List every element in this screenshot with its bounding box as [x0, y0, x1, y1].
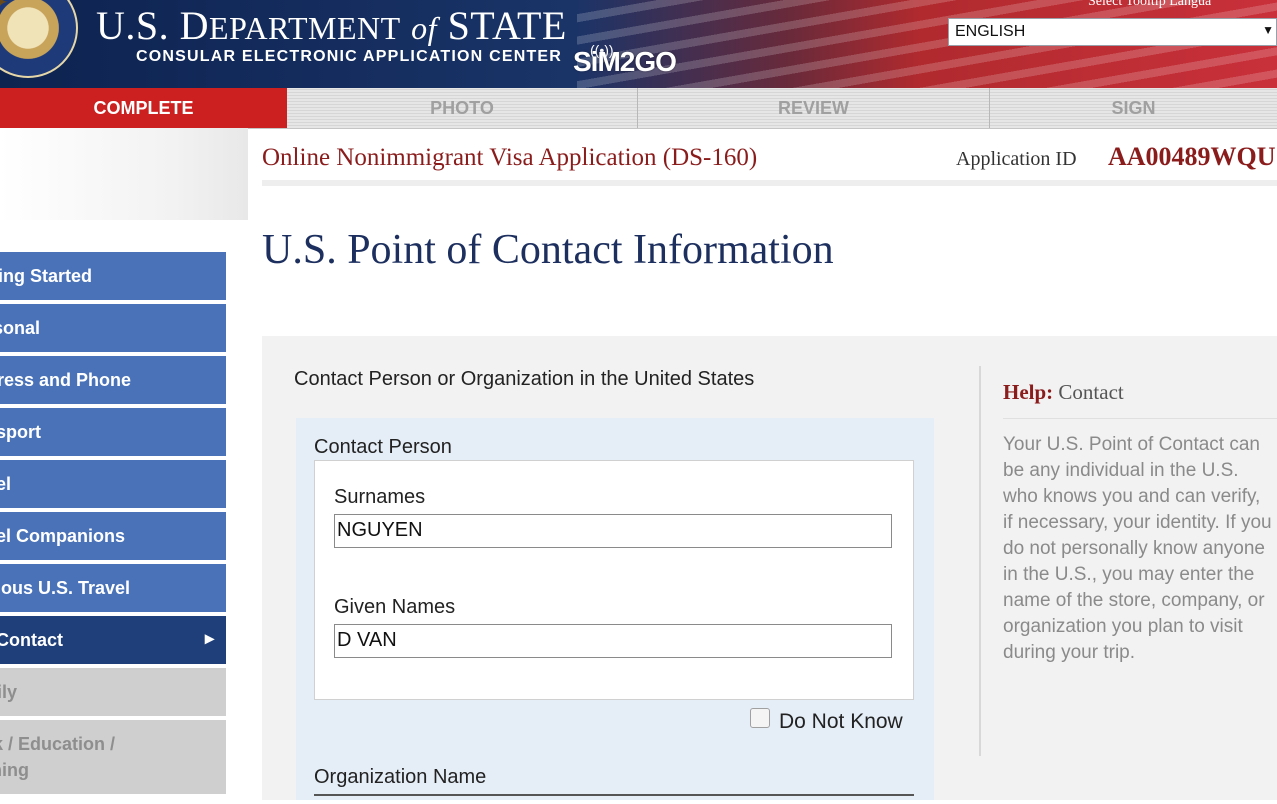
sidebar-item-label: vel Companions: [0, 525, 126, 546]
help-rule: [1003, 418, 1277, 419]
organization-name-label: Organization Name: [314, 766, 487, 788]
sidebar-nav: tting Started rsonal dress and Phone ssp…: [0, 252, 226, 798]
surnames-input[interactable]: NGUYEN: [334, 514, 892, 548]
sidebar-item-work-education: rk / Education / ining: [0, 720, 226, 794]
step-sign[interactable]: SIGN: [990, 88, 1277, 128]
watermark-logo: SiM2GO: [573, 46, 677, 77]
sidebar-item-passport[interactable]: ssport: [0, 408, 226, 456]
header-banner: ✦ U.S. DEPARTMENT of STATE CONSULAR ELEC…: [0, 0, 1277, 88]
application-id-value: AA00489WQU: [1108, 142, 1276, 171]
page-title: U.S. Point of Contact Information: [262, 227, 834, 273]
sidebar-item-us-contact[interactable]: . Contact ▸: [0, 616, 226, 664]
step-photo[interactable]: PHOTO: [287, 88, 638, 128]
form-title: Online Nonimmigrant Visa Application (DS…: [262, 144, 758, 171]
sidebar-item-travel[interactable]: vel: [0, 460, 226, 508]
sidebar-item-getting-started[interactable]: tting Started: [0, 252, 226, 300]
tooltip-language-label: Select Tooltip Langua: [1088, 0, 1212, 9]
chevron-right-icon: ▸: [204, 628, 214, 648]
surnames-label: Surnames: [334, 486, 426, 508]
help-title-topic: Contact: [1058, 380, 1124, 404]
given-names-label: Given Names: [334, 596, 456, 618]
help-title: Help: Contact: [1003, 380, 1124, 405]
sidebar-item-label: ssport: [0, 421, 42, 442]
contact-person-label: Contact Person: [314, 436, 452, 458]
sidebar-item-label: rsonal: [0, 317, 41, 338]
step-review[interactable]: REVIEW: [638, 88, 990, 128]
sidebar-item-travel-companions[interactable]: vel Companions: [0, 512, 226, 560]
subheader-divider: [262, 180, 1277, 186]
sidebar-item-label: vel: [0, 473, 12, 494]
sidebar-item-label: dress and Phone: [0, 369, 132, 390]
progress-steps: COMPLETE PHOTO REVIEW SIGN: [0, 88, 1277, 129]
sidebar-item-personal[interactable]: rsonal: [0, 304, 226, 352]
step-complete[interactable]: COMPLETE: [0, 88, 287, 128]
sidebar-item-label: rk / Education / ining: [0, 734, 116, 780]
sidebar-item-label: vious U.S. Travel: [0, 577, 131, 598]
help-divider: [979, 366, 981, 756]
department-subtitle: CONSULAR ELECTRONIC APPLICATION CENTER: [136, 48, 563, 65]
department-seal-icon: ✦: [0, 0, 78, 78]
sidebar-item-address-phone[interactable]: dress and Phone: [0, 356, 226, 404]
chevron-down-icon: ▼: [1262, 23, 1274, 37]
language-select[interactable]: ENGLISH ▼: [948, 18, 1277, 46]
organization-name-input[interactable]: [314, 794, 914, 804]
subheader-left-panel: [0, 128, 248, 220]
sidebar-item-previous-us-travel[interactable]: vious U.S. Travel: [0, 564, 226, 612]
do-not-know-checkbox[interactable]: [750, 708, 770, 728]
sidebar-item-label: nily: [0, 681, 18, 702]
sidebar-item-label: tting Started: [0, 265, 92, 286]
help-text: Your U.S. Point of Contact can be any in…: [1003, 434, 1272, 663]
sidebar-item-label: . Contact: [0, 629, 64, 650]
do-not-know-label: Do Not Know: [779, 710, 903, 733]
section-label: Contact Person or Organization in the Un…: [294, 368, 755, 390]
application-id-label: Application ID: [956, 148, 1077, 170]
language-selected-value: ENGLISH: [955, 23, 1026, 40]
department-title: U.S. DEPARTMENT of STATE: [96, 3, 567, 48]
sidebar-item-family: nily: [0, 668, 226, 716]
given-names-input[interactable]: D VAN: [334, 624, 892, 658]
help-title-label: Help:: [1003, 380, 1054, 404]
